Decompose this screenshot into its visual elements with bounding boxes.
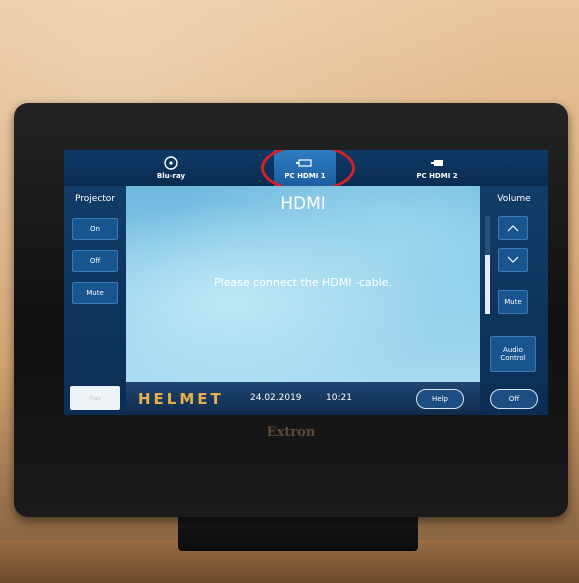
time-display: 10:21 <box>326 393 352 403</box>
source-pc-hdmi-2-button[interactable]: PC HDMI 2 <box>406 150 468 186</box>
projector-panel: Projector On Off Mute Hav <box>64 186 126 415</box>
source-pc-hdmi-2-label: PC HDMI 2 <box>416 172 458 180</box>
volume-panel: Volume Mute Audio Control Off <box>480 186 548 415</box>
system-off-button[interactable]: Off <box>490 389 538 409</box>
projector-mute-button[interactable]: Mute <box>72 282 118 304</box>
source-bluray-button[interactable]: Blu-ray <box>140 150 202 186</box>
help-button[interactable]: Help <box>416 389 464 409</box>
extron-brand-logo: Extron <box>266 425 316 440</box>
source-bluray-label: Blu-ray <box>156 172 186 180</box>
volume-level-fill <box>485 255 490 314</box>
projector-on-button[interactable]: On <box>72 218 118 240</box>
source-content-area: HDMI Please connect the HDMI -cable. <box>126 186 480 382</box>
chevron-up-icon <box>507 225 519 232</box>
chevron-down-icon <box>507 256 519 263</box>
hdmi-icon <box>431 160 443 166</box>
volume-level-bar[interactable] <box>485 216 490 314</box>
volume-up-button[interactable] <box>498 216 528 240</box>
projector-off-button[interactable]: Off <box>72 250 118 272</box>
volume-title: Volume <box>497 194 531 204</box>
date-display: 24.02.2019 <box>250 393 302 403</box>
helmet-logo: HELMET <box>138 390 224 408</box>
audio-control-button[interactable]: Audio Control <box>490 336 536 372</box>
content-title: HDMI <box>280 194 326 214</box>
disc-icon <box>164 156 178 170</box>
status-bar: HELMET 24.02.2019 10:21 Help <box>126 382 480 415</box>
touch-screen: Blu-ray PC HDMI 1 PC HDMI 2 Projector On… <box>64 150 548 415</box>
corner-info-box: Hav <box>70 386 120 410</box>
volume-mute-button[interactable]: Mute <box>498 290 528 314</box>
touch-panel-device: Blu-ray PC HDMI 1 PC HDMI 2 Projector On… <box>14 103 568 517</box>
audio-control-label: Audio Control <box>500 346 526 362</box>
projector-title: Projector <box>75 194 115 204</box>
volume-down-button[interactable] <box>498 248 528 272</box>
connect-cable-message: Please connect the HDMI -cable. <box>213 276 393 289</box>
source-selection-bar: Blu-ray PC HDMI 1 PC HDMI 2 <box>64 150 548 192</box>
corner-info-label: Hav <box>89 394 101 402</box>
